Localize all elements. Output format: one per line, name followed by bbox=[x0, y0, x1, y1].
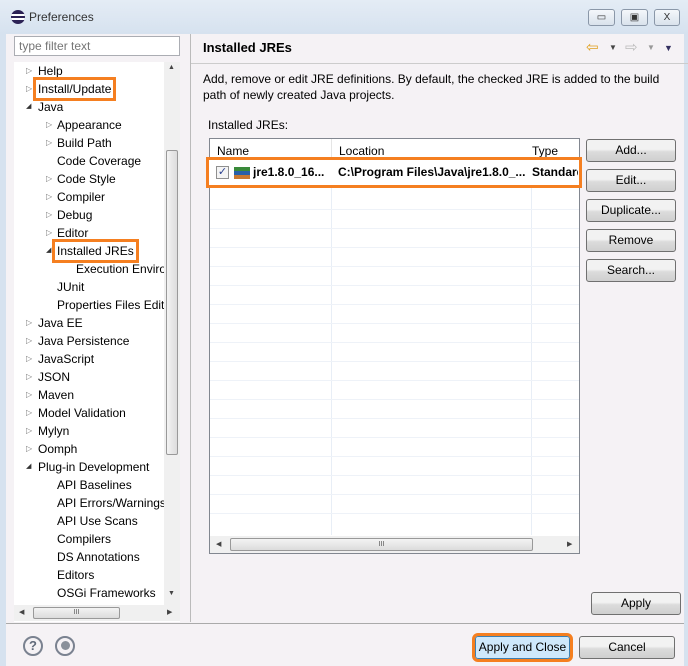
collapsed-arrow-icon[interactable]: ▷ bbox=[26, 440, 32, 458]
tree-item[interactable]: Compiler bbox=[57, 188, 105, 206]
tree-item[interactable]: Java EE bbox=[38, 314, 83, 332]
tree-item[interactable]: Install/Update bbox=[32, 77, 117, 101]
tree-item[interactable]: API Baselines bbox=[57, 476, 132, 494]
tree-item[interactable]: JavaScript bbox=[38, 350, 94, 368]
collapsed-arrow-icon[interactable]: ▷ bbox=[26, 332, 32, 350]
tree-item[interactable]: JUnit bbox=[57, 278, 84, 296]
tree-item[interactable]: Java bbox=[38, 98, 63, 116]
remove-button[interactable]: Remove bbox=[586, 229, 676, 252]
tree-item[interactable]: Installed JREs bbox=[52, 239, 139, 263]
collapsed-arrow-icon[interactable]: ▷ bbox=[46, 188, 52, 206]
collapsed-arrow-icon[interactable]: ▷ bbox=[46, 134, 52, 152]
collapsed-arrow-icon[interactable]: ▷ bbox=[46, 206, 52, 224]
tree-item[interactable]: Execution Enviro bbox=[76, 260, 166, 278]
installed-jres-label: Installed JREs: bbox=[208, 118, 289, 132]
forward-menu-icon[interactable]: ▼ bbox=[647, 43, 655, 52]
record-icon[interactable] bbox=[55, 636, 75, 656]
tree-item[interactable]: API Errors/Warnings bbox=[57, 494, 166, 512]
eclipse-logo-icon bbox=[11, 10, 25, 24]
expanded-arrow-icon[interactable]: ◢ bbox=[46, 242, 51, 260]
tree-item[interactable]: OSGi Frameworks bbox=[57, 584, 156, 602]
tree-item[interactable]: Oomph bbox=[38, 440, 77, 458]
collapsed-arrow-icon[interactable]: ▷ bbox=[26, 62, 32, 80]
separator bbox=[191, 63, 688, 64]
page-title: Installed JREs bbox=[203, 40, 292, 55]
scroll-left-icon[interactable]: ◀ bbox=[19, 608, 24, 616]
tree-item[interactable]: Compilers bbox=[57, 530, 111, 548]
jre-name: jre1.8.0_16... bbox=[253, 165, 325, 179]
view-menu-icon[interactable]: ▼ bbox=[664, 43, 673, 53]
tree-item[interactable]: Model Validation bbox=[38, 404, 126, 422]
edit-button[interactable]: Edit... bbox=[586, 169, 676, 192]
maximize-button[interactable]: ▣ bbox=[621, 9, 648, 26]
window-frame bbox=[0, 34, 6, 666]
collapsed-arrow-icon[interactable]: ▷ bbox=[26, 350, 32, 368]
apply-and-close-button[interactable]: Apply and Close bbox=[472, 633, 573, 662]
tree-item[interactable]: Build Path bbox=[57, 134, 112, 152]
collapsed-arrow-icon[interactable]: ▷ bbox=[26, 368, 32, 386]
apply-button[interactable]: Apply bbox=[591, 592, 681, 615]
window-title: Preferences bbox=[29, 10, 94, 24]
tree-item[interactable]: Mylyn bbox=[38, 422, 69, 440]
jre-table: Name Location Type bbox=[209, 138, 580, 554]
sash[interactable] bbox=[190, 34, 191, 622]
tree-item[interactable]: Appearance bbox=[57, 116, 122, 134]
tree-item[interactable]: Maven bbox=[38, 386, 74, 404]
tree-item[interactable]: Debug bbox=[57, 206, 92, 224]
back-icon[interactable]: ⇦ bbox=[586, 38, 599, 56]
cancel-button[interactable]: Cancel bbox=[579, 636, 675, 659]
jre-type: Standard bbox=[532, 165, 578, 179]
back-menu-icon[interactable]: ▼ bbox=[609, 43, 617, 52]
tree-item[interactable]: Java Persistence bbox=[38, 332, 129, 350]
collapsed-arrow-icon[interactable]: ▷ bbox=[26, 314, 32, 332]
collapsed-arrow-icon[interactable]: ▷ bbox=[26, 386, 32, 404]
preference-tree: ▷ Help ▷ Install/Update ◢ Java ▷ Appearance ▷ Bui… bbox=[14, 62, 180, 622]
forward-icon[interactable]: ⇨ bbox=[625, 38, 638, 56]
window-frame bbox=[684, 34, 688, 666]
add-button[interactable]: Add... bbox=[586, 139, 676, 162]
table-row[interactable]: ✓ jre1.8.0_16... C:\Program Files\Java\j… bbox=[206, 157, 582, 188]
tree-item[interactable]: JSON bbox=[38, 368, 70, 386]
expanded-arrow-icon[interactable]: ◢ bbox=[26, 458, 31, 476]
filter-input[interactable] bbox=[14, 36, 180, 56]
tree-item[interactable]: Help bbox=[38, 62, 63, 80]
jre-location: C:\Program Files\Java\jre1.8.0_... bbox=[338, 165, 526, 179]
minimize-button[interactable]: ▭ bbox=[588, 9, 615, 26]
tree-item[interactable]: Editor bbox=[57, 224, 88, 242]
tree-item[interactable]: Code Style bbox=[57, 170, 116, 188]
scroll-right-icon[interactable]: ▶ bbox=[167, 608, 172, 616]
collapsed-arrow-icon[interactable]: ▷ bbox=[46, 224, 52, 242]
library-icon bbox=[234, 167, 250, 179]
tree-scroll-thumb[interactable] bbox=[166, 150, 178, 455]
collapsed-arrow-icon[interactable]: ▷ bbox=[26, 80, 32, 98]
scroll-up-icon[interactable]: ▲ bbox=[168, 64, 175, 71]
tree-item[interactable]: DS Annotations bbox=[57, 548, 140, 566]
tree-item[interactable]: Properties Files Edito bbox=[57, 296, 171, 314]
collapsed-arrow-icon[interactable]: ▷ bbox=[46, 170, 52, 188]
scroll-down-icon[interactable]: ▼ bbox=[168, 590, 175, 597]
tree-item[interactable]: API Use Scans bbox=[57, 512, 138, 530]
tree-hscroll-thumb[interactable]: III bbox=[33, 607, 120, 619]
expanded-arrow-icon[interactable]: ◢ bbox=[26, 98, 31, 116]
search-button[interactable]: Search... bbox=[586, 259, 676, 282]
page-description: Add, remove or edit JRE definitions. By … bbox=[203, 72, 660, 102]
scroll-right-icon[interactable]: ▶ bbox=[567, 540, 572, 548]
table-scroll-thumb[interactable]: III bbox=[230, 538, 533, 551]
jre-checkbox[interactable]: ✓ bbox=[216, 166, 229, 179]
separator bbox=[6, 623, 684, 624]
title-bar: Preferences ▭ ▣ X bbox=[0, 0, 688, 34]
help-icon[interactable]: ? bbox=[23, 636, 43, 656]
tree-item[interactable]: Code Coverage bbox=[57, 152, 141, 170]
collapsed-arrow-icon[interactable]: ▷ bbox=[46, 116, 52, 134]
tree-item[interactable]: Editors bbox=[57, 566, 94, 584]
duplicate-button[interactable]: Duplicate... bbox=[586, 199, 676, 222]
collapsed-arrow-icon[interactable]: ▷ bbox=[26, 422, 32, 440]
tree-item[interactable]: Plug-in Development bbox=[38, 458, 149, 476]
close-button[interactable]: X bbox=[654, 9, 680, 26]
collapsed-arrow-icon[interactable]: ▷ bbox=[26, 404, 32, 422]
scroll-left-icon[interactable]: ◀ bbox=[216, 540, 221, 548]
